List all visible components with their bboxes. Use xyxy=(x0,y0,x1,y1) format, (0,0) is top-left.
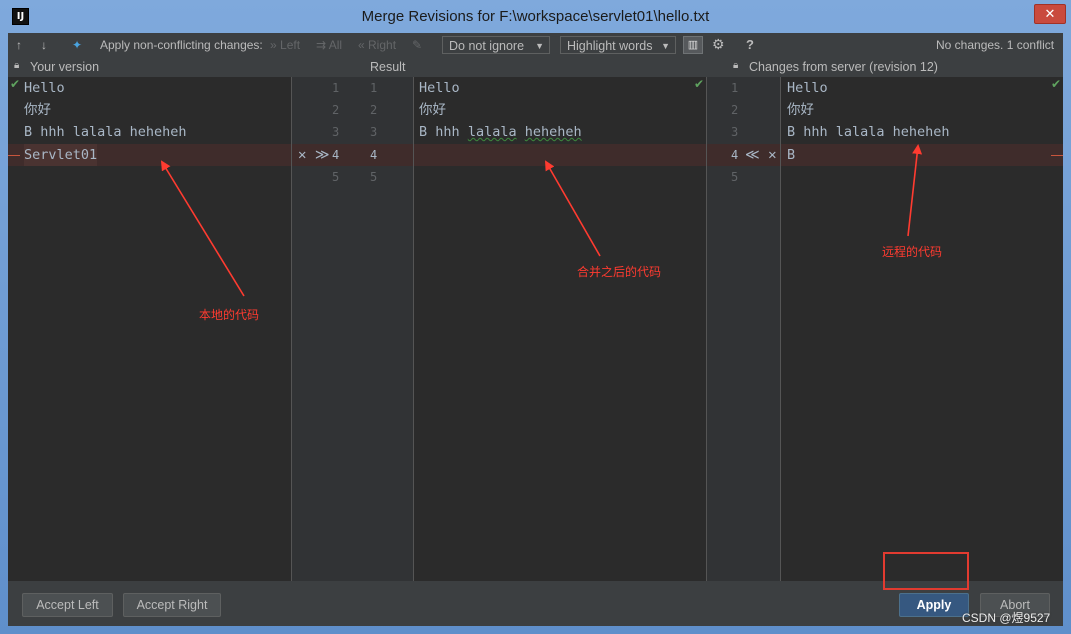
apply-left-button[interactable]: » Left xyxy=(270,38,300,52)
conflict-highlight xyxy=(414,144,706,166)
gear-icon[interactable]: ⚙ xyxy=(712,36,725,53)
pane-headers: 🔒︎ Your version Result 🔒︎ Changes from s… xyxy=(8,58,1063,77)
side-by-side-toggle-icon[interactable]: ▥ xyxy=(683,36,703,54)
right-editor-server-version[interactable]: ✔ Hello 你好 B hhh lalala heheheh B xyxy=(781,77,1063,581)
apply-highlight-box xyxy=(883,552,969,590)
result-editor[interactable]: ✔ Hello 你好 B hhh lalala heheheh xyxy=(414,77,706,581)
conflict-marker xyxy=(1051,155,1063,156)
line-number: 3 xyxy=(370,125,378,139)
window-title: Merge Revisions for F:\workspace\servlet… xyxy=(361,8,710,25)
line-number: 1 xyxy=(332,81,340,95)
chevron-down-icon: ▼ xyxy=(661,41,670,51)
annotation-merged-code: 合并之后的代码 xyxy=(577,265,662,279)
code-line: 你好 xyxy=(419,102,446,118)
help-icon[interactable]: ? xyxy=(746,37,754,52)
conflict-marker xyxy=(8,155,20,156)
left-pane-header: Your version xyxy=(30,60,100,74)
code-line: B hhh lalala heheheh xyxy=(787,124,950,140)
code-line: 你好 xyxy=(787,102,814,118)
resolve-magic-icon[interactable]: ✦ xyxy=(72,38,82,52)
code-line-text: B hhh lalala heheheh xyxy=(419,124,582,140)
dialog-content: ↑ ↓ ✦ Apply non-conflicting changes: » L… xyxy=(8,33,1063,626)
apply-right-button[interactable]: « Right xyxy=(358,38,396,52)
highlight-mode-select[interactable]: Highlight words ▼ xyxy=(560,36,676,54)
edit-icon[interactable]: ✎ xyxy=(412,38,422,52)
annotation-remote-code: 远程的代码 xyxy=(882,245,943,259)
checkmark-icon: ✔ xyxy=(694,77,705,91)
line-number: 4 xyxy=(731,148,739,162)
next-difference-icon[interactable]: ↓ xyxy=(41,38,47,52)
code-line: 你好 xyxy=(24,102,51,118)
line-number: 3 xyxy=(332,125,340,139)
line-number: 2 xyxy=(731,103,739,117)
previous-difference-icon[interactable]: ↑ xyxy=(16,38,22,52)
annotation-local-code: 本地的代码 xyxy=(199,308,260,322)
right-pane-header: Changes from server (revision 12) xyxy=(749,60,938,74)
line-number: 5 xyxy=(370,170,378,184)
apply-nonconflicting-label: Apply non-conflicting changes: xyxy=(100,38,263,52)
code-line: B hhh lalala heheheh xyxy=(24,124,187,140)
toolbar: ↑ ↓ ✦ Apply non-conflicting changes: » L… xyxy=(8,33,1063,58)
merge-window: IJ Merge Revisions for F:\workspace\serv… xyxy=(0,0,1071,634)
line-number: 4 xyxy=(370,148,378,162)
left-gutter: 1 2 3 4 5 ✕ ≫ 1 2 3 4 5 xyxy=(292,77,413,581)
accept-right-change-icon[interactable]: ≪ ✕ xyxy=(745,144,777,166)
csdn-watermark: CSDN @煜9527 xyxy=(962,611,1051,625)
apply-all-label: All xyxy=(328,38,343,52)
lock-icon: 🔒︎ xyxy=(733,60,739,71)
accept-left-button[interactable]: Accept Left xyxy=(22,593,113,617)
line-number: 1 xyxy=(731,81,739,95)
chevron-down-icon: ▼ xyxy=(535,41,544,51)
code-line: Servlet01 xyxy=(24,144,98,166)
line-number: 1 xyxy=(370,81,378,95)
ignore-select-value: Do not ignore xyxy=(449,39,525,53)
checkmark-icon: ✔ xyxy=(1051,77,1062,91)
result-pane-header: Result xyxy=(370,60,406,74)
right-gutter: 1 2 3 4 5 ≪ ✕ xyxy=(707,77,780,581)
apply-left-label: Left xyxy=(280,38,301,52)
accept-left-change-icon[interactable]: ✕ ≫ xyxy=(298,144,330,166)
line-number: 3 xyxy=(731,125,739,139)
line-number: 5 xyxy=(731,170,739,184)
left-editor-your-version[interactable]: ✔ Hello 你好 B hhh lalala heheheh Servlet0… xyxy=(8,77,291,581)
code-word: hhh xyxy=(435,124,460,140)
code-word: lalala xyxy=(467,124,517,140)
line-number: 2 xyxy=(370,103,378,117)
apply-button[interactable]: Apply xyxy=(899,593,969,617)
close-window-button[interactable]: ✕ xyxy=(1034,4,1066,24)
line-number: 5 xyxy=(332,170,340,184)
line-number: 4 xyxy=(332,148,340,162)
line-number: 2 xyxy=(332,103,340,117)
accept-right-button[interactable]: Accept Right xyxy=(123,593,221,617)
conflict-highlight xyxy=(781,144,1063,166)
code-word: heheheh xyxy=(524,124,582,140)
code-word: B xyxy=(419,124,428,140)
lock-icon: 🔒︎ xyxy=(14,60,20,71)
code-line: Hello xyxy=(419,80,460,96)
code-line: Hello xyxy=(24,80,65,96)
highlight-select-value: Highlight words xyxy=(567,39,653,53)
title-bar: IJ Merge Revisions for F:\workspace\serv… xyxy=(0,0,1071,33)
apply-right-label: Right xyxy=(368,38,397,52)
code-line: B xyxy=(787,147,796,163)
apply-all-button[interactable]: ⇉ All xyxy=(316,38,342,52)
ignore-whitespace-select[interactable]: Do not ignore ▼ xyxy=(442,36,550,54)
code-line: Hello xyxy=(787,80,828,96)
checkmark-icon: ✔ xyxy=(10,77,21,91)
merge-status: No changes. 1 conflict xyxy=(936,38,1055,52)
code-line: B hhh lalala heheheh xyxy=(419,121,582,143)
